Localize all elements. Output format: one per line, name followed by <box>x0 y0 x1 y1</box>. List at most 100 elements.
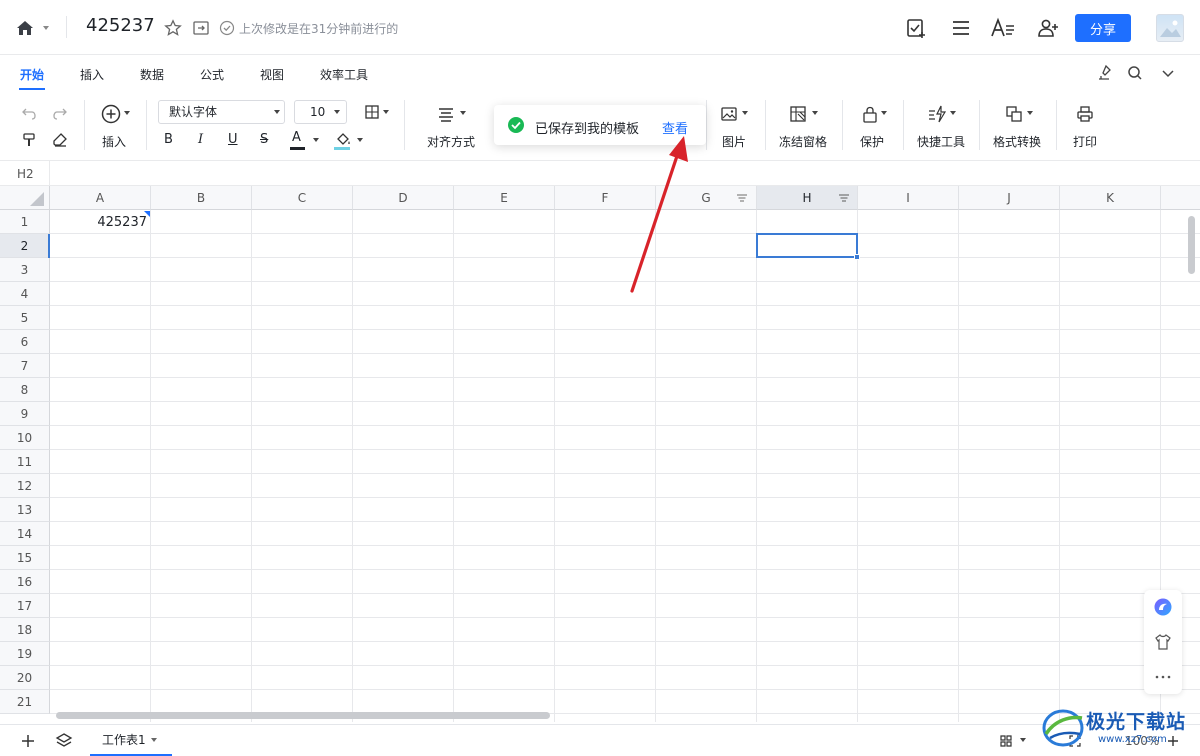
skin-theme-shirt-icon[interactable] <box>1150 629 1176 655</box>
share-button[interactable]: 分享 <box>1075 14 1131 42</box>
row-header-21[interactable]: 21 <box>0 690 50 714</box>
protect-label[interactable]: 保护 <box>860 133 884 150</box>
home-menu-chevron-down-icon[interactable] <box>43 26 49 30</box>
column-header-a[interactable]: A <box>50 186 151 210</box>
font-family-select[interactable]: 默认字体 <box>158 100 285 124</box>
collapse-ribbon-chevron-icon[interactable] <box>1155 60 1181 86</box>
format-painter-icon[interactable] <box>16 127 42 153</box>
underline-button[interactable]: U <box>228 132 238 147</box>
borders-chevron-down-icon[interactable] <box>383 110 389 114</box>
selected-cell-h2[interactable] <box>756 233 858 258</box>
column-header-c[interactable]: C <box>252 186 353 210</box>
row-header-1[interactable]: 1 <box>0 210 50 234</box>
print-label[interactable]: 打印 <box>1073 133 1097 150</box>
row-header-11[interactable]: 11 <box>0 450 50 474</box>
sheet-tab[interactable]: 工作表1 <box>90 725 172 756</box>
tab-efficiency-tools[interactable]: 效率工具 <box>320 66 368 83</box>
image-icon[interactable] <box>716 101 742 127</box>
row-header-8[interactable]: 8 <box>0 378 50 402</box>
font-format-icon[interactable] <box>990 15 1016 41</box>
tab-data[interactable]: 数据 <box>140 66 164 83</box>
avatar[interactable] <box>1156 14 1184 42</box>
image-chevron-down-icon[interactable] <box>742 111 748 115</box>
row-header-4[interactable]: 4 <box>0 282 50 306</box>
star-icon[interactable] <box>160 15 186 41</box>
borders-icon[interactable] <box>359 99 385 125</box>
quick-tools-chevron-down-icon[interactable] <box>950 111 956 115</box>
freeze-panes-icon[interactable] <box>785 101 811 127</box>
sheet-list-layers-icon[interactable] <box>51 728 77 754</box>
vertical-scrollbar[interactable] <box>1188 216 1195 274</box>
move-to-folder-icon[interactable] <box>188 15 214 41</box>
row-header-9[interactable]: 9 <box>0 402 50 426</box>
view-layout-chevron-down-icon[interactable] <box>1020 738 1026 742</box>
cell-a1[interactable]: 425237 <box>51 211 147 234</box>
column-g-filter-icon[interactable] <box>734 186 750 210</box>
row-header-14[interactable]: 14 <box>0 522 50 546</box>
row-header-18[interactable]: 18 <box>0 618 50 642</box>
italic-button[interactable]: I <box>198 132 203 147</box>
column-header-e[interactable]: E <box>454 186 555 210</box>
font-color-chevron-down-icon[interactable] <box>313 138 319 142</box>
protect-chevron-down-icon[interactable] <box>881 111 887 115</box>
horizontal-scrollbar[interactable] <box>56 712 550 719</box>
row-header-15[interactable]: 15 <box>0 546 50 570</box>
document-title[interactable]: 425237 <box>86 15 155 36</box>
freeze-panes-label[interactable]: 冻结窗格 <box>779 133 827 150</box>
insert-chevron-down-icon[interactable] <box>124 111 130 115</box>
bold-button[interactable]: B <box>164 132 173 147</box>
tab-formula[interactable]: 公式 <box>200 66 224 83</box>
menu-icon[interactable] <box>948 15 974 41</box>
row-header-20[interactable]: 20 <box>0 666 50 690</box>
insert-label[interactable]: 插入 <box>102 133 126 150</box>
review-edit-icon[interactable] <box>903 15 929 41</box>
row-header-6[interactable]: 6 <box>0 330 50 354</box>
collaborators-icon[interactable] <box>1035 15 1061 41</box>
ai-assistant-icon[interactable] <box>1150 594 1176 620</box>
view-layout-grid-icon[interactable] <box>993 728 1019 754</box>
image-label[interactable]: 图片 <box>722 133 746 150</box>
cell-reference-box[interactable]: H2 <box>17 167 34 181</box>
row-header-16[interactable]: 16 <box>0 570 50 594</box>
fill-handle[interactable] <box>854 254 860 260</box>
select-all-corner[interactable] <box>0 186 50 210</box>
row-header-10[interactable]: 10 <box>0 426 50 450</box>
quick-tools-lightning-icon[interactable] <box>924 101 950 127</box>
row-header-2[interactable]: 2 <box>0 234 50 258</box>
tab-start[interactable]: 开始 <box>20 66 44 83</box>
row-header-17[interactable]: 17 <box>0 594 50 618</box>
sheet-tab-chevron-down-icon[interactable] <box>151 738 157 742</box>
insert-plus-icon[interactable] <box>98 101 124 127</box>
align-chevron-down-icon[interactable] <box>460 111 466 115</box>
undo-icon[interactable] <box>16 100 42 126</box>
clear-format-eraser-icon[interactable] <box>47 127 73 153</box>
row-header-13[interactable]: 13 <box>0 498 50 522</box>
tab-insert[interactable]: 插入 <box>80 66 104 83</box>
column-header-k[interactable]: K <box>1060 186 1161 210</box>
column-header-i[interactable]: I <box>858 186 959 210</box>
row-header-19[interactable]: 19 <box>0 642 50 666</box>
row-header-5[interactable]: 5 <box>0 306 50 330</box>
search-icon[interactable] <box>1122 60 1148 86</box>
tab-view[interactable]: 视图 <box>260 66 284 83</box>
format-convert-chevron-down-icon[interactable] <box>1027 111 1033 115</box>
align-icon[interactable] <box>433 101 459 127</box>
align-label[interactable]: 对齐方式 <box>427 133 475 150</box>
fill-color-chevron-down-icon[interactable] <box>357 138 363 142</box>
spreadsheet-grid[interactable]: ABCDEFGHIJK 1 2 3 4 5 6 7 8 9 10 11 12 13 14 15 16 17 18 1… <box>0 186 1200 722</box>
print-icon[interactable] <box>1072 101 1098 127</box>
format-convert-label[interactable]: 格式转换 <box>993 133 1041 150</box>
redo-icon[interactable] <box>47 100 73 126</box>
font-color-button[interactable]: A <box>292 130 301 145</box>
format-brush-icon[interactable] <box>1092 60 1118 86</box>
row-header-12[interactable]: 12 <box>0 474 50 498</box>
column-h-filter-icon[interactable] <box>836 186 852 210</box>
lock-icon[interactable] <box>857 101 883 127</box>
column-header-b[interactable]: B <box>151 186 252 210</box>
more-options-icon[interactable] <box>1150 664 1176 690</box>
format-convert-icon[interactable] <box>1001 101 1027 127</box>
row-header-7[interactable]: 7 <box>0 354 50 378</box>
home-icon[interactable] <box>12 15 38 41</box>
quick-tools-label[interactable]: 快捷工具 <box>917 133 965 150</box>
add-sheet-plus-icon[interactable] <box>15 728 41 754</box>
